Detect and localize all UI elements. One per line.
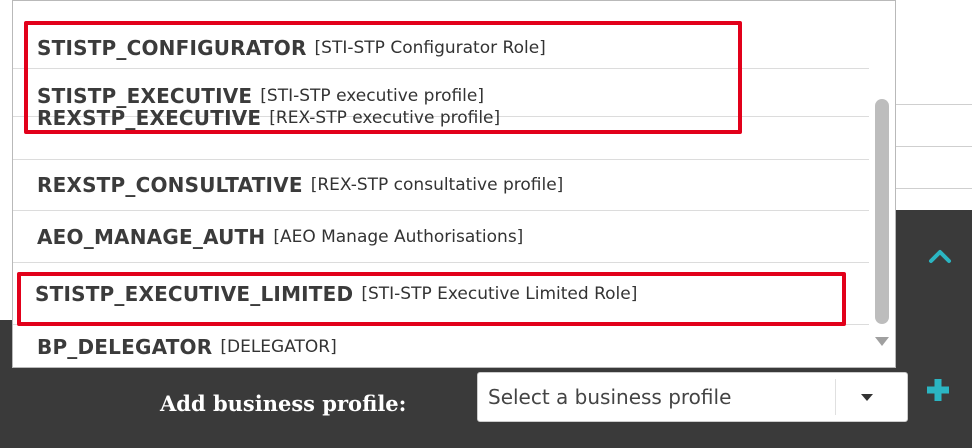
profile-description: [REX-STP consultative profile] bbox=[310, 175, 564, 195]
background-divider bbox=[895, 188, 972, 189]
plus-icon bbox=[927, 379, 949, 401]
caret-down-icon[interactable] bbox=[861, 394, 873, 401]
profile-code: BP_DELEGATOR bbox=[37, 335, 213, 359]
chevron-up-icon bbox=[929, 250, 951, 263]
profile-description: [AEO Manage Authorisations] bbox=[273, 226, 524, 247]
background-divider bbox=[895, 146, 972, 147]
business-profile-select[interactable]: Select a business profile bbox=[477, 372, 908, 422]
select-divider bbox=[835, 379, 836, 415]
highlight-box bbox=[24, 21, 742, 134]
triangle-down-icon[interactable] bbox=[875, 337, 889, 346]
dropdown-scrollbar[interactable] bbox=[869, 1, 895, 367]
background-divider bbox=[895, 104, 972, 105]
list-item[interactable]: AEO_MANAGE_AUTH [AEO Manage Authorisatio… bbox=[13, 211, 871, 263]
list-item[interactable]: REXSTP_CONSULTATIVE [REX-STP consultativ… bbox=[13, 160, 871, 211]
collapse-button[interactable] bbox=[920, 236, 960, 276]
scrollbar-thumb[interactable] bbox=[875, 99, 889, 324]
profile-code: REXSTP_CONSULTATIVE bbox=[37, 173, 303, 197]
add-profile-button[interactable] bbox=[920, 370, 956, 410]
select-placeholder: Select a business profile bbox=[488, 385, 732, 409]
add-business-profile-label: Add business profile: bbox=[160, 390, 407, 416]
profile-code: AEO_MANAGE_AUTH bbox=[37, 224, 266, 249]
highlight-box bbox=[17, 272, 846, 326]
profile-description: [DELEGATOR] bbox=[220, 337, 337, 357]
list-item[interactable]: BP_DELEGATOR [DELEGATOR] bbox=[13, 325, 871, 367]
